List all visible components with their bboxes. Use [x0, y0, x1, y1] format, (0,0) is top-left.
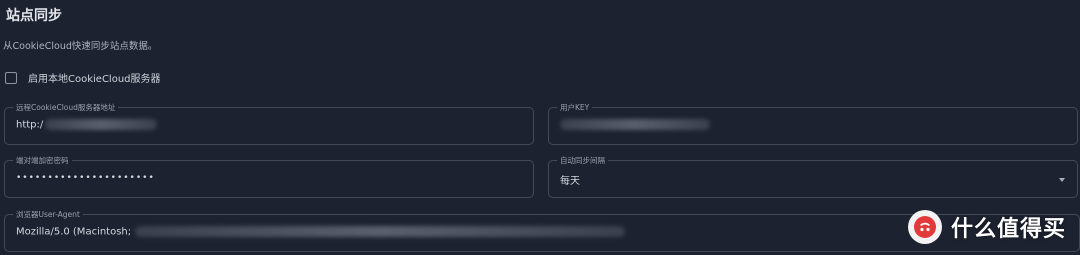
enable-local-server-label: 启用本地CookieCloud服务器 — [28, 74, 161, 85]
user-key-label: 用户KEY — [557, 102, 593, 113]
enable-local-server-checkbox[interactable] — [5, 71, 17, 84]
section-title: 站点同步 — [6, 8, 62, 24]
server-url-value: http:/ — [16, 119, 44, 131]
smzdm-logo-icon — [908, 210, 942, 244]
cookiecloud-settings-panel: 站点同步 从CookieCloud快速同步站点数据。 启用本地CookieClo… — [0, 0, 1080, 255]
user-agent-value: Mozilla/5.0 (Macintosh; — [16, 226, 132, 238]
redacted-blur — [45, 119, 158, 130]
sync-interval-label: 自动同步间隔 — [557, 155, 608, 166]
redacted-blur — [135, 226, 626, 237]
password-label: 端对端加密密码 — [13, 155, 72, 166]
watermark-text: 什么值得买 — [951, 217, 1067, 242]
server-url-input[interactable]: http:/ — [16, 119, 158, 131]
server-url-label: 远程CookieCloud服务器地址 — [13, 102, 119, 113]
user-agent-input[interactable]: Mozilla/5.0 (Macintosh; — [16, 226, 626, 238]
user-key-field[interactable]: 用户KEY — [548, 102, 1078, 145]
watermark: 什么值得买 — [908, 210, 1066, 244]
user-agent-label: 浏览器User-Agent — [13, 209, 83, 220]
chevron-down-icon[interactable] — [1059, 178, 1065, 182]
redacted-blur — [560, 119, 710, 130]
sync-interval-select[interactable]: 自动同步间隔 每天 — [548, 155, 1078, 198]
server-url-field[interactable]: 远程CookieCloud服务器地址 http:/ — [4, 102, 534, 145]
password-field[interactable]: 端对端加密密码 •••••••••••••••••••••• — [4, 155, 534, 198]
user-key-input[interactable] — [560, 119, 710, 131]
enable-local-server-checkbox-row[interactable]: 启用本地CookieCloud服务器 — [5, 70, 161, 85]
section-description: 从CookieCloud快速同步站点数据。 — [3, 41, 158, 52]
password-input[interactable]: •••••••••••••••••••••• — [16, 173, 155, 183]
sync-interval-value: 每天 — [560, 176, 580, 187]
